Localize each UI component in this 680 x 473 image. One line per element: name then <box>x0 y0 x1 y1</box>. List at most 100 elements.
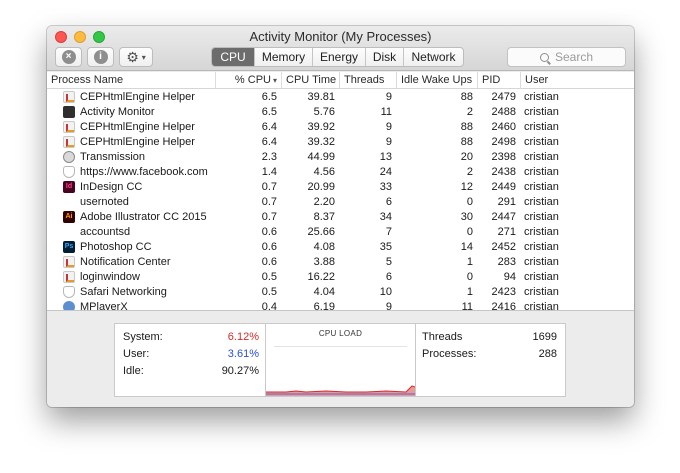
pid-cell: 2452 <box>491 240 516 253</box>
window-title: Activity Monitor (My Processes) <box>249 29 432 44</box>
user-cell: cristian <box>524 120 559 133</box>
info-icon: i <box>93 50 108 64</box>
column-header-idle-wake-ups[interactable]: Idle Wake Ups <box>396 72 477 88</box>
table-row[interactable]: Safari Networking 0.5 4.04 10 1 2423 cristian <box>47 284 634 299</box>
table-row[interactable]: usernoted 0.7 2.20 6 0 291 cristian <box>47 194 634 209</box>
process-name-cell: MPlayerX <box>47 300 215 311</box>
table-row[interactable]: Notification Center 0.6 3.88 5 1 283 cristian <box>47 254 634 269</box>
tab-disk[interactable]: Disk <box>365 48 403 66</box>
transmission-app-icon <box>63 150 75 163</box>
table-row[interactable]: https://www.facebook.com 1.4 4.56 24 2 2438 cr… <box>47 164 634 179</box>
idle-wake-ups-cell: 20 <box>460 150 473 163</box>
chevron-down-icon: ▾ <box>141 52 146 62</box>
process-name: accountsd <box>80 225 131 238</box>
table-row[interactable]: accountsd 0.6 25.66 7 0 271 cristian <box>47 224 634 239</box>
engine-app-icon <box>63 270 75 283</box>
table-row[interactable]: Id InDesign CC 0.7 20.99 33 12 2449 cristian <box>47 179 634 194</box>
process-name-cell: Activity Monitor <box>47 105 215 118</box>
column-header-process-name[interactable]: Process Name <box>47 72 215 88</box>
cpu-load-panel: CPU LOAD <box>266 324 416 396</box>
cpu-time-cell: 8.37 <box>313 210 335 223</box>
table-row[interactable]: Ai Adobe Illustrator CC 2015 0.7 8.37 34 30 24… <box>47 209 634 224</box>
process-name-cell: Notification Center <box>47 255 215 268</box>
table-row[interactable]: Transmission 2.3 44.99 13 20 2398 cristian <box>47 149 634 164</box>
cpu-load-graph <box>266 385 415 396</box>
idle-wake-ups-cell: 2 <box>466 165 473 178</box>
cpu-percent-cell: 1.4 <box>261 165 277 178</box>
pid-cell: 283 <box>497 255 516 268</box>
pid-cell: 2438 <box>491 165 516 178</box>
stats-area: System: 6.12% User: 3.61% Idle: 90.27% CPU … <box>47 310 634 407</box>
process-name-cell: Ps Photoshop CC <box>47 240 215 253</box>
tab-cpu[interactable]: CPU <box>212 48 254 66</box>
cpu-load-user-line <box>266 385 415 393</box>
blank-app-icon <box>63 196 75 208</box>
sort-descending-icon: ▾ <box>272 76 277 85</box>
user-cell: cristian <box>524 225 559 238</box>
idle-wake-ups-cell: 88 <box>460 120 473 133</box>
quit-process-button[interactable]: × <box>55 47 82 67</box>
process-name: CEPHtmlEngine Helper <box>80 135 195 148</box>
table-row[interactable]: loginwindow 0.5 16.22 6 0 94 cristian <box>47 269 634 284</box>
table-row[interactable]: MPlayerX 0.4 6.19 9 11 2416 cristian <box>47 299 634 310</box>
idle-wake-ups-cell: 1 <box>466 255 473 268</box>
process-name-cell: Safari Networking <box>47 285 215 298</box>
user-label: User: <box>123 348 150 360</box>
column-header-threads[interactable]: Threads <box>339 72 396 88</box>
threads-cell: 24 <box>379 165 392 178</box>
cpu-stats-box: System: 6.12% User: 3.61% Idle: 90.27% CPU … <box>114 323 566 397</box>
inspect-process-button[interactable]: i <box>87 47 114 67</box>
close-x-icon: × <box>61 50 76 64</box>
process-name-cell: Ai Adobe Illustrator CC 2015 <box>47 210 215 223</box>
search-field[interactable]: Search <box>507 47 626 67</box>
threads-cell: 11 <box>380 105 392 118</box>
tab-memory[interactable]: Memory <box>254 48 312 66</box>
pid-cell: 2479 <box>491 90 516 103</box>
tab-energy[interactable]: Energy <box>312 48 365 66</box>
column-header-cpu-time[interactable]: CPU Time <box>281 72 339 88</box>
table-row[interactable]: CEPHtmlEngine Helper 6.5 39.81 9 88 2479 crist… <box>47 89 634 104</box>
process-name: Photoshop CC <box>80 240 152 253</box>
user-cell: cristian <box>524 180 559 193</box>
process-name-cell: usernoted <box>47 196 215 208</box>
idle-wake-ups-cell: 11 <box>461 300 473 311</box>
monitor-app-icon <box>63 105 75 118</box>
tab-network[interactable]: Network <box>403 48 463 66</box>
idle-wake-ups-cell: 0 <box>466 270 473 283</box>
pid-cell: 2460 <box>491 120 516 133</box>
idle-wake-ups-cell: 12 <box>460 180 473 193</box>
system-label: System: <box>123 331 163 343</box>
process-name: CEPHtmlEngine Helper <box>80 90 195 103</box>
system-value: 6.12% <box>227 331 259 343</box>
process-name: InDesign CC <box>80 180 143 193</box>
column-header-cpu[interactable]: % CPU ▾ <box>215 72 281 88</box>
action-menu-button[interactable]: ⚙ ▾ <box>119 47 153 67</box>
threads-value: 1699 <box>532 331 557 343</box>
column-header-pid[interactable]: PID <box>477 72 520 88</box>
cpu-percent-cell: 0.6 <box>261 255 277 268</box>
cpu-percent-cell: 0.4 <box>261 300 277 311</box>
column-header-user[interactable]: User <box>520 72 634 88</box>
process-name: Safari Networking <box>80 285 167 298</box>
table-row[interactable]: CEPHtmlEngine Helper 6.4 39.92 9 88 2460 crist… <box>47 119 634 134</box>
threads-cell: 34 <box>379 210 392 223</box>
idle-wake-ups-cell: 30 <box>460 210 473 223</box>
process-name-cell: https://www.facebook.com <box>47 165 215 178</box>
cpu-percent-cell: 6.5 <box>261 105 277 118</box>
cpu-percent-cell: 0.5 <box>261 285 277 298</box>
threads-cell: 9 <box>385 135 392 148</box>
process-name: MPlayerX <box>80 300 128 311</box>
cpu-time-cell: 2.20 <box>313 195 335 208</box>
table-row[interactable]: Activity Monitor 6.5 5.76 11 2 2488 cristian <box>47 104 634 119</box>
cpu-time-cell: 20.99 <box>307 180 335 193</box>
cpu-percent-cell: 6.5 <box>261 90 277 103</box>
table-row[interactable]: Ps Photoshop CC 0.6 4.08 35 14 2452 cristian <box>47 239 634 254</box>
engine-app-icon <box>63 120 75 133</box>
table-row[interactable]: CEPHtmlEngine Helper 6.4 39.32 9 88 2498 crist… <box>47 134 634 149</box>
process-table: Process Name % CPU ▾ CPU Time Threads Idl… <box>47 72 634 310</box>
pid-cell: 2416 <box>491 300 516 311</box>
user-cell: cristian <box>524 135 559 148</box>
threads-cell: 33 <box>379 180 392 193</box>
threads-cell: 9 <box>385 90 392 103</box>
gear-icon: ⚙ <box>126 49 139 65</box>
